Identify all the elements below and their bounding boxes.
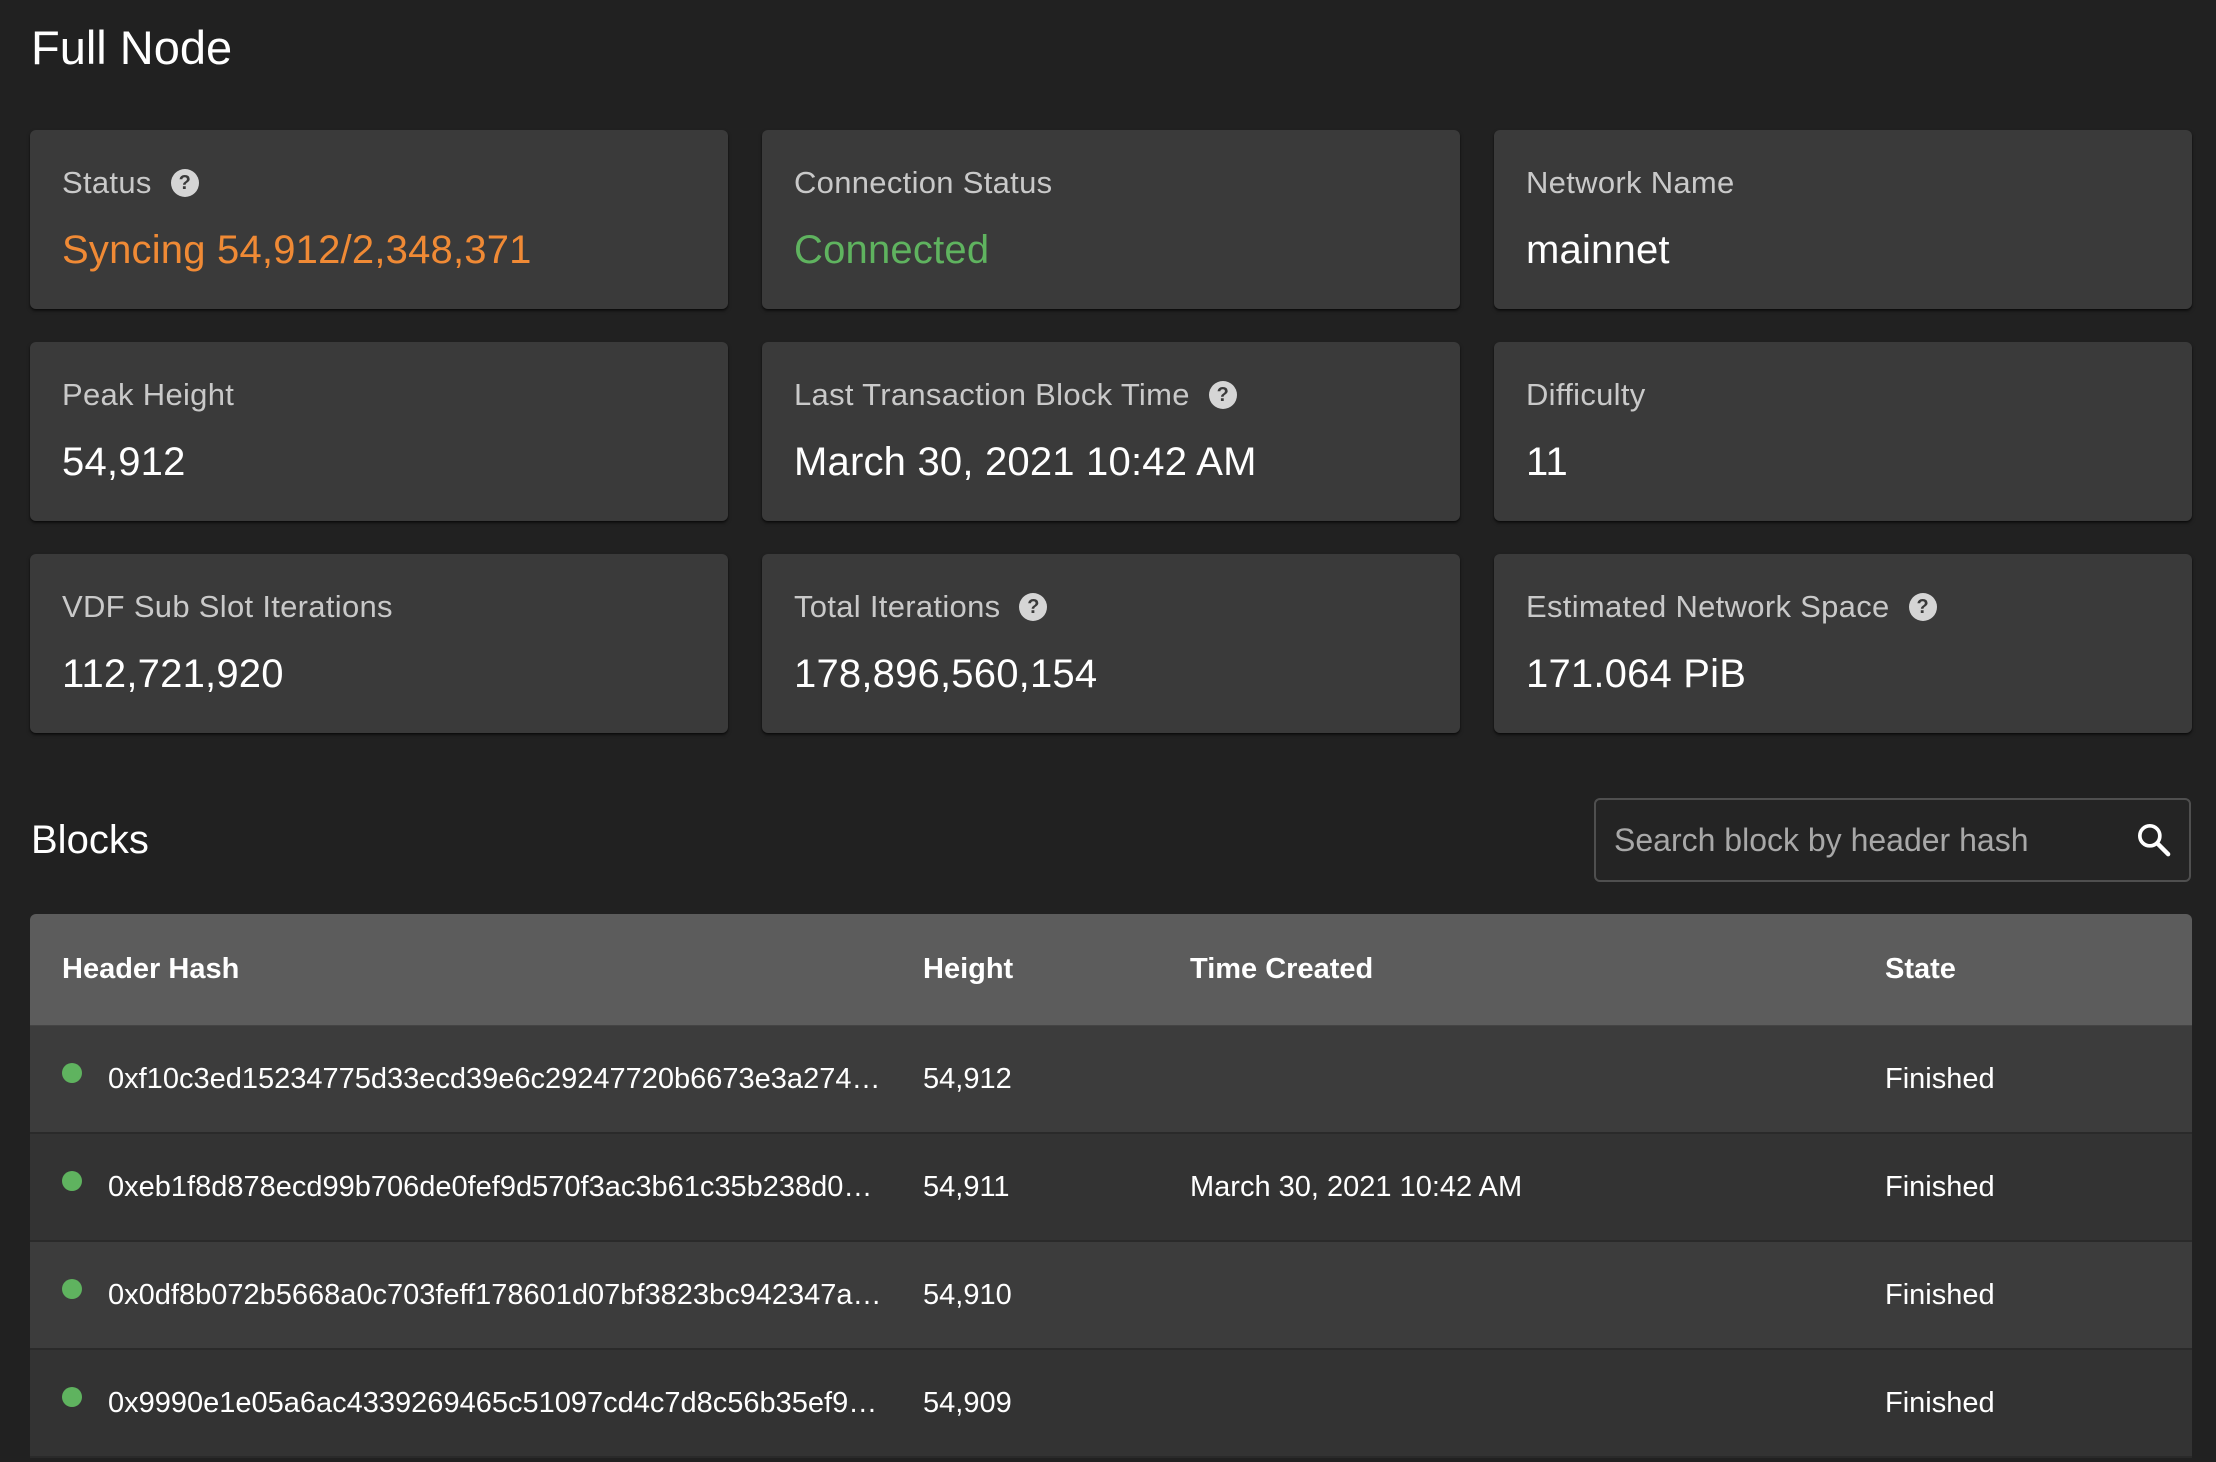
card-value: 112,721,920 bbox=[62, 652, 284, 696]
card-title: Last Transaction Block Time bbox=[794, 377, 1190, 412]
search-box bbox=[1594, 798, 2191, 882]
card-status: Status ? Syncing 54,912/2,348,371 bbox=[30, 130, 728, 309]
card-last-transaction-block-time: Last Transaction Block Time ? March 30, … bbox=[762, 342, 1460, 521]
table-header: Header Hash Height Time Created State bbox=[30, 914, 2192, 1026]
block-state: Finished bbox=[1885, 1386, 1995, 1419]
status-dot-icon bbox=[62, 1063, 82, 1083]
table-body: 0xf10c3ed15234775d33ecd39e6c29247720b667… bbox=[30, 1026, 2192, 1458]
column-header-height[interactable]: Height bbox=[923, 953, 1190, 986]
full-node-page: Full Node Status ? Syncing 54,912/2,348,… bbox=[0, 0, 2216, 1462]
header-hash[interactable]: 0x9990e1e05a6ac4339269465c51097cd4c7d8c5… bbox=[108, 1387, 888, 1420]
blocks-title: Blocks bbox=[31, 818, 149, 862]
status-dot-icon bbox=[62, 1387, 82, 1407]
help-icon[interactable]: ? bbox=[1208, 381, 1237, 409]
card-title: Network Name bbox=[1526, 165, 1735, 200]
block-state: Finished bbox=[1885, 1062, 1995, 1095]
card-title: VDF Sub Slot Iterations bbox=[62, 589, 393, 624]
header-hash[interactable]: 0xeb1f8d878ecd99b706de0fef9d570f3ac3b61c… bbox=[108, 1171, 888, 1204]
column-header-time-created[interactable]: Time Created bbox=[1190, 953, 1885, 986]
card-value: 54,912 bbox=[62, 440, 186, 484]
card-value: Syncing 54,912/2,348,371 bbox=[62, 228, 532, 272]
card-vdf-sub-slot-iterations: VDF Sub Slot Iterations 112,721,920 bbox=[30, 554, 728, 733]
card-title: Total Iterations bbox=[794, 589, 1001, 624]
time-created: March 30, 2021 10:42 AM bbox=[1190, 1170, 1523, 1203]
column-header-hash[interactable]: Header Hash bbox=[30, 953, 923, 986]
header-hash[interactable]: 0xf10c3ed15234775d33ecd39e6c29247720b667… bbox=[108, 1063, 888, 1096]
block-state: Finished bbox=[1885, 1278, 1995, 1311]
header-hash[interactable]: 0x0df8b072b5668a0c703feff178601d07bf3823… bbox=[108, 1279, 882, 1312]
card-title: Status bbox=[62, 165, 152, 200]
table-row[interactable]: 0x9990e1e05a6ac4339269465c51097cd4c7d8c5… bbox=[30, 1350, 2192, 1458]
card-value: 171.064 PiB bbox=[1526, 652, 1747, 696]
block-height: 54,912 bbox=[923, 1062, 1012, 1095]
stats-cards: Status ? Syncing 54,912/2,348,371 Connec… bbox=[30, 130, 2192, 733]
block-height: 54,910 bbox=[923, 1278, 1012, 1311]
search-icon[interactable] bbox=[2119, 800, 2189, 880]
card-title: Connection Status bbox=[794, 165, 1053, 200]
card-estimated-network-space: Estimated Network Space ? 171.064 PiB bbox=[1494, 554, 2192, 733]
card-value: March 30, 2021 10:42 AM bbox=[794, 440, 1257, 484]
card-peak-height: Peak Height 54,912 bbox=[30, 342, 728, 521]
page-title: Full Node bbox=[31, 21, 233, 74]
card-value: 178,896,560,154 bbox=[794, 652, 1098, 696]
card-title: Difficulty bbox=[1526, 377, 1646, 412]
column-header-state[interactable]: State bbox=[1885, 953, 2192, 986]
card-connection-status: Connection Status Connected bbox=[762, 130, 1460, 309]
card-title: Estimated Network Space bbox=[1526, 589, 1890, 624]
card-total-iterations: Total Iterations ? 178,896,560,154 bbox=[762, 554, 1460, 733]
block-height: 54,911 bbox=[923, 1170, 1010, 1203]
status-dot-icon bbox=[62, 1171, 82, 1191]
table-row[interactable]: 0x0df8b072b5668a0c703feff178601d07bf3823… bbox=[30, 1242, 2192, 1350]
table-row[interactable]: 0xeb1f8d878ecd99b706de0fef9d570f3ac3b61c… bbox=[30, 1134, 2192, 1242]
card-value: 11 bbox=[1526, 440, 1568, 484]
status-dot-icon bbox=[62, 1279, 82, 1299]
card-value: mainnet bbox=[1526, 228, 1670, 272]
card-network-name: Network Name mainnet bbox=[1494, 130, 2192, 309]
block-height: 54,909 bbox=[923, 1386, 1012, 1419]
blocks-table: Header Hash Height Time Created State 0x… bbox=[30, 914, 2192, 1458]
card-title: Peak Height bbox=[62, 377, 235, 412]
search-input[interactable] bbox=[1596, 800, 2119, 880]
card-difficulty: Difficulty 11 bbox=[1494, 342, 2192, 521]
help-icon[interactable]: ? bbox=[1908, 593, 1937, 621]
card-value: Connected bbox=[794, 228, 990, 272]
help-icon[interactable]: ? bbox=[1019, 593, 1048, 621]
help-icon[interactable]: ? bbox=[170, 169, 199, 197]
block-state: Finished bbox=[1885, 1170, 1995, 1203]
table-row[interactable]: 0xf10c3ed15234775d33ecd39e6c29247720b667… bbox=[30, 1026, 2192, 1134]
